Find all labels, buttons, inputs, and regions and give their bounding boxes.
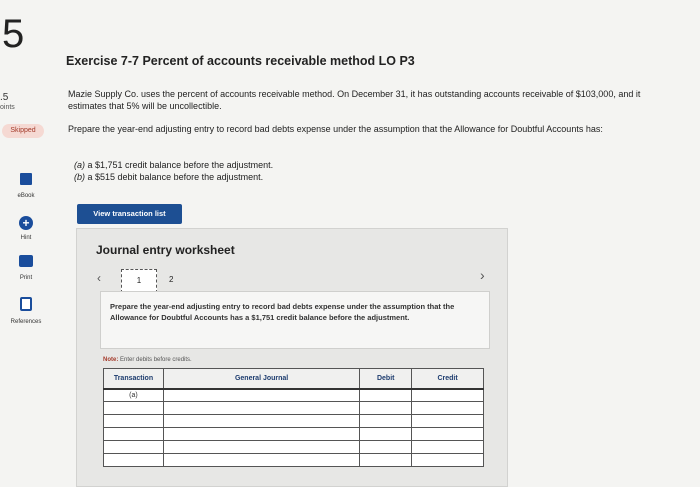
credit-cell[interactable]	[411, 453, 484, 467]
debit-cell[interactable]	[359, 414, 413, 428]
worksheet-description-box: Prepare the year-end adjusting entry to …	[100, 291, 490, 349]
account-cell[interactable]	[162, 440, 361, 454]
worksheet-page-1-tab[interactable]: 1	[121, 269, 157, 293]
credit-cell[interactable]	[411, 440, 484, 454]
print-label: Print	[19, 275, 33, 281]
transaction-column-header: Transaction	[103, 368, 164, 390]
credit-cell[interactable]	[411, 414, 484, 428]
journal-header-row: Transaction General Journal Debit Credit	[103, 368, 484, 390]
exercise-title: Exercise 7-7 Percent of accounts receiva…	[66, 54, 415, 68]
note-text: Enter debits before credits.	[118, 357, 192, 363]
exercise-prompt: Mazie Supply Co. uses the percent of acc…	[68, 89, 641, 111]
view-transaction-list-button[interactable]: View transaction list	[77, 204, 182, 224]
worksheet-description: Prepare the year-end adjusting entry to …	[110, 302, 455, 322]
account-cell[interactable]	[162, 427, 361, 441]
part-b-text: a $515 debit balance before the adjustme…	[85, 172, 264, 182]
left-rail: 5 .5 oints Skipped eBook + Hint Print Re…	[0, 0, 56, 487]
transaction-cell: (a)	[103, 388, 164, 402]
debit-cell[interactable]	[359, 440, 413, 454]
part-a-label: (a)	[74, 160, 85, 170]
worksheet-title: Journal entry worksheet	[96, 243, 235, 257]
debit-column-header: Debit	[359, 368, 413, 390]
part-a-text: a $1,751 credit balance before the adjus…	[85, 160, 274, 170]
debit-cell[interactable]	[359, 427, 413, 441]
credit-cell[interactable]	[411, 388, 484, 402]
journal-row	[103, 453, 484, 467]
transaction-cell	[103, 453, 164, 467]
journal-row	[103, 427, 484, 441]
ebook-tool[interactable]: eBook	[6, 172, 46, 199]
part-b: (b) a $515 debit balance before the adju…	[74, 172, 263, 182]
journal-table: Transaction General Journal Debit Credit…	[103, 368, 484, 467]
assignment-page: 5 .5 oints Skipped eBook + Hint Print Re…	[0, 0, 700, 487]
transaction-cell	[103, 414, 164, 428]
part-b-label: (b)	[74, 172, 85, 182]
journal-row	[103, 440, 484, 454]
chevron-right-icon[interactable]: ›	[480, 267, 485, 283]
debit-cell[interactable]	[359, 401, 413, 415]
credit-cell[interactable]	[411, 401, 484, 415]
account-cell[interactable]	[162, 401, 361, 415]
debit-cell[interactable]	[359, 453, 413, 467]
ebook-label: eBook	[17, 193, 35, 199]
skipped-badge: Skipped	[2, 124, 44, 138]
credit-column-header: Credit	[411, 368, 484, 390]
account-cell[interactable]	[162, 453, 361, 467]
references-tool[interactable]: References	[6, 297, 46, 325]
question-number: 5	[2, 12, 25, 56]
points-label: oints	[0, 104, 15, 111]
note-label: Note:	[103, 357, 119, 363]
hint-label: Hint	[20, 235, 32, 241]
print-icon	[19, 255, 33, 267]
debit-cell[interactable]	[359, 388, 413, 402]
exercise-instruction: Prepare the year-end adjusting entry to …	[68, 124, 603, 134]
points-value: .5	[0, 92, 9, 103]
account-cell[interactable]	[162, 388, 361, 402]
journal-row: (a)	[103, 388, 484, 402]
transaction-cell	[103, 440, 164, 454]
credit-cell[interactable]	[411, 427, 484, 441]
print-tool[interactable]: Print	[6, 254, 46, 281]
account-cell[interactable]	[162, 414, 361, 428]
general-journal-column-header: General Journal	[162, 368, 361, 390]
transaction-cell	[103, 401, 164, 415]
worksheet-note: Note: Enter debits before credits.	[103, 357, 192, 363]
hint-tool[interactable]: + Hint	[6, 214, 46, 241]
journal-row	[103, 401, 484, 415]
worksheet-page-2-tab[interactable]: 2	[169, 275, 173, 284]
part-a: (a) a $1,751 credit balance before the a…	[74, 160, 273, 170]
transaction-cell	[103, 427, 164, 441]
chevron-left-icon[interactable]: ‹	[97, 271, 101, 285]
references-icon	[20, 297, 32, 311]
journal-entry-worksheet: Journal entry worksheet ‹ 1 2 › Prepare …	[76, 228, 508, 487]
references-label: References	[10, 319, 42, 325]
journal-row	[103, 414, 484, 428]
ebook-icon	[20, 173, 32, 185]
hint-icon: +	[19, 216, 33, 230]
